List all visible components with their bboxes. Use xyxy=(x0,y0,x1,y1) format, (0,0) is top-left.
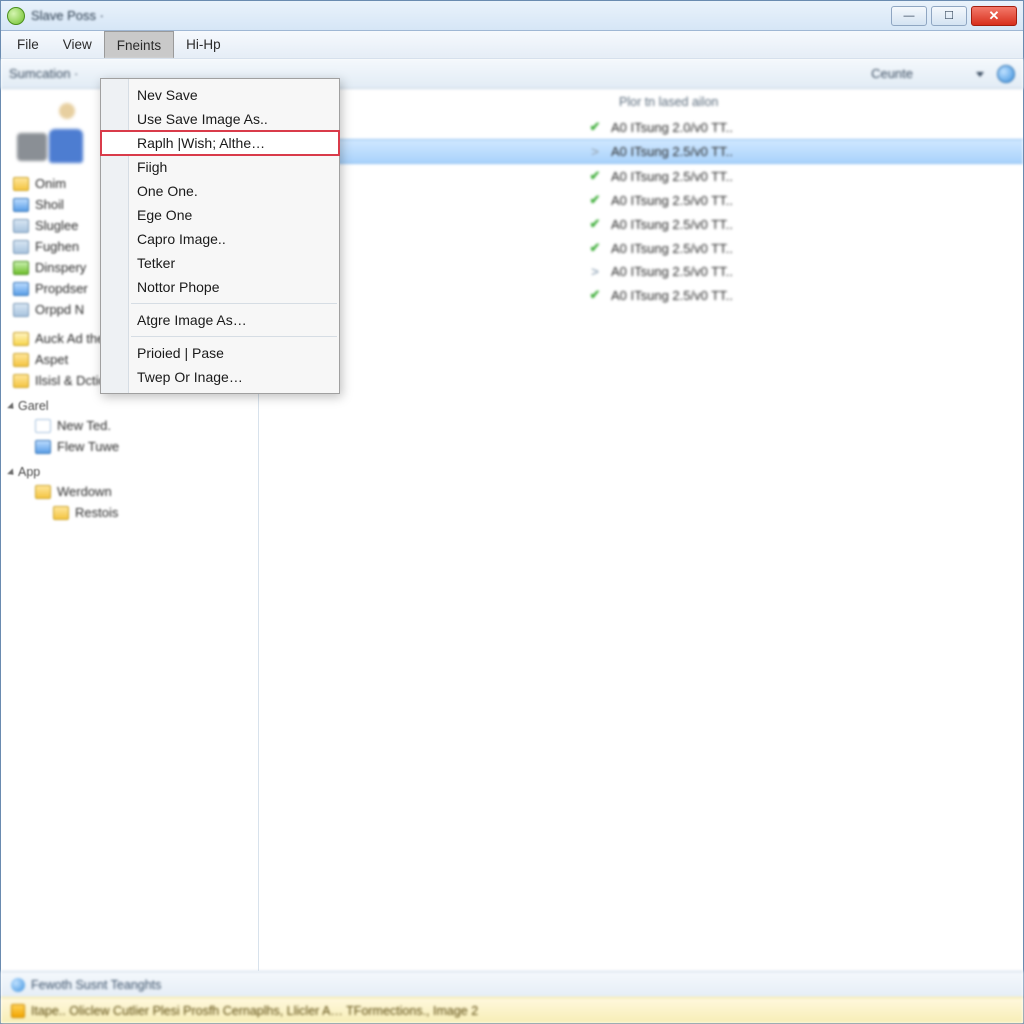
arrow-icon: > xyxy=(587,144,603,159)
menu-item[interactable]: Use Save Image As.. xyxy=(101,107,339,131)
menu-item[interactable]: Twep Or Inage… xyxy=(101,365,339,389)
main-panel: Plor tn lased ailon orrkipe✔A0 ITsung 2.… xyxy=(259,89,1023,971)
menu-item[interactable]: Capro Image.. xyxy=(101,227,339,251)
sidebar-item-label: Sluglee xyxy=(35,218,78,233)
tool-icon xyxy=(13,240,29,254)
list-row[interactable]: > A0 ITsung 2.5/v0 TT.. xyxy=(259,139,1023,164)
list-row[interactable]: e✔A0 ITsung 2.5/v0 TT.. xyxy=(259,188,1023,212)
check-icon: ✔ xyxy=(587,168,603,184)
green-icon xyxy=(13,261,29,275)
list-row[interactable]: orrkipe✔A0 ITsung 2.0/v0 TT.. xyxy=(259,115,1023,139)
sidebar-item[interactable]: New Ted. xyxy=(27,415,254,436)
yellowpg-icon xyxy=(13,332,29,346)
menu-item[interactable]: Ege One xyxy=(101,203,339,227)
menu-fneints[interactable]: Fneints xyxy=(104,31,174,58)
check-icon: ✔ xyxy=(587,240,603,256)
status-text: Fewoth Susnt Teanghts xyxy=(31,978,161,992)
breadcrumb[interactable]: Sumcation · xyxy=(9,66,78,81)
maximize-button[interactable]: ☐ xyxy=(931,6,967,26)
list-row[interactable]: mm_Mate✔A0 ITsung 2.5/v0 TT.. xyxy=(259,236,1023,260)
tool-icon xyxy=(13,219,29,233)
list-row[interactable]: t✔A0 ITsung 2.5/v0 TT.. xyxy=(259,164,1023,188)
sidebar-item[interactable]: Restois xyxy=(27,502,254,523)
statusbar: Fewoth Susnt Teanghts xyxy=(1,971,1023,997)
check-icon: ✔ xyxy=(587,216,603,232)
check-icon: ✔ xyxy=(587,119,603,135)
tool-icon xyxy=(13,303,29,317)
menu-view[interactable]: View xyxy=(51,31,104,58)
menu-item[interactable]: One One. xyxy=(101,179,339,203)
app-icon xyxy=(7,7,25,25)
menu-file[interactable]: File xyxy=(5,31,51,58)
row-path: A0 ITsung 2.0/v0 TT.. xyxy=(611,120,1003,135)
blue-icon xyxy=(13,198,29,212)
row-path: A0 ITsung 2.5/v0 TT.. xyxy=(611,169,1003,184)
folder-icon xyxy=(53,506,69,520)
sidebar-group-garel[interactable]: Garel xyxy=(5,391,254,415)
menu-item[interactable]: Tetker xyxy=(101,251,339,275)
list-header-right: Plor tn lased ailon xyxy=(619,95,1003,109)
folder-open-icon xyxy=(13,374,29,388)
row-path: A0 ITsung 2.5/v0 TT.. xyxy=(611,241,1003,256)
menu-item[interactable]: Fiigh xyxy=(101,155,339,179)
menu-item[interactable]: Prioied | Pase xyxy=(101,341,339,365)
titlebar: Slave Poss · — ☐ ✕ xyxy=(1,1,1023,31)
blue-icon xyxy=(35,440,51,454)
arrow-icon: > xyxy=(587,264,603,279)
status-icon xyxy=(11,978,25,992)
category-illustration xyxy=(15,101,87,163)
sidebar-item-label: New Ted. xyxy=(57,418,111,433)
sidebar-item-label: Flew Tuwe xyxy=(57,439,119,454)
list-row[interactable]: mt>A0 ITsung 2.5/v0 TT.. xyxy=(259,260,1023,283)
menubar: File View Fneints Hi-Hp xyxy=(1,31,1023,59)
help-icon[interactable] xyxy=(997,65,1015,83)
menu-hihp[interactable]: Hi-Hp xyxy=(174,31,233,58)
row-path: A0 ITsung 2.5/v0 TT.. xyxy=(611,264,1003,279)
row-path: A0 ITsung 2.5/v0 TT.. xyxy=(611,144,1003,159)
sidebar-item-label: Aspet xyxy=(35,352,68,367)
row-path: A0 ITsung 2.5/v0 TT.. xyxy=(611,288,1003,303)
sidebar-group-app[interactable]: App xyxy=(5,457,254,481)
row-path: A0 ITsung 2.5/v0 TT.. xyxy=(611,217,1003,232)
list-row[interactable]: r✔A0 ITsung 2.5/v0 TT.. xyxy=(259,212,1023,236)
window-controls: — ☐ ✕ xyxy=(891,6,1017,26)
folder-icon xyxy=(13,177,29,191)
sidebar-item-label: Orppd N xyxy=(35,302,84,317)
menu-separator xyxy=(131,336,337,337)
blue-icon xyxy=(13,282,29,296)
sidebar-item-label: Werdown xyxy=(57,484,112,499)
chevron-down-icon[interactable] xyxy=(973,67,987,81)
row-path: A0 ITsung 2.5/v0 TT.. xyxy=(611,193,1003,208)
menu-item[interactable]: Nottor Phope xyxy=(101,275,339,299)
menu-separator xyxy=(131,303,337,304)
sidebar-item-label: Fughen xyxy=(35,239,79,254)
list-header: Plor tn lased ailon xyxy=(259,93,1023,115)
check-icon: ✔ xyxy=(587,192,603,208)
infobar-text: Itape.. Oliclew Cutlier Plesi Prosfh Cer… xyxy=(31,1004,478,1018)
dropdown-menu: Nev SaveUse Save Image As..Raplh |Wish; … xyxy=(100,78,340,394)
menu-item[interactable]: Nev Save xyxy=(101,83,339,107)
check-icon: ✔ xyxy=(587,287,603,303)
folder-icon xyxy=(35,485,51,499)
folder-open-icon xyxy=(13,353,29,367)
sidebar-item-label: Restois xyxy=(75,505,118,520)
sidebar-item-label: Propdser xyxy=(35,281,88,296)
list-row[interactable]: orn_Naite✔A0 ITsung 2.5/v0 TT.. xyxy=(259,283,1023,307)
sidebar-item[interactable]: Werdown xyxy=(27,481,254,502)
window-title: Slave Poss · xyxy=(31,8,104,23)
sidebar-item-label: Dinspery xyxy=(35,260,86,275)
page-icon xyxy=(35,419,51,433)
column-header-right[interactable]: Ceunte xyxy=(871,66,913,81)
menu-item[interactable]: Atgre Image As… xyxy=(101,308,339,332)
menu-item[interactable]: Raplh |Wish; Althe… xyxy=(101,131,339,155)
sidebar-item[interactable]: Flew Tuwe xyxy=(27,436,254,457)
sidebar-item-label: Shoil xyxy=(35,197,64,212)
infobar: Itape.. Oliclew Cutlier Plesi Prosfh Cer… xyxy=(1,997,1023,1023)
warning-icon xyxy=(11,1004,25,1018)
minimize-button[interactable]: — xyxy=(891,6,927,26)
sidebar-item-label: Onim xyxy=(35,176,66,191)
close-button[interactable]: ✕ xyxy=(971,6,1017,26)
